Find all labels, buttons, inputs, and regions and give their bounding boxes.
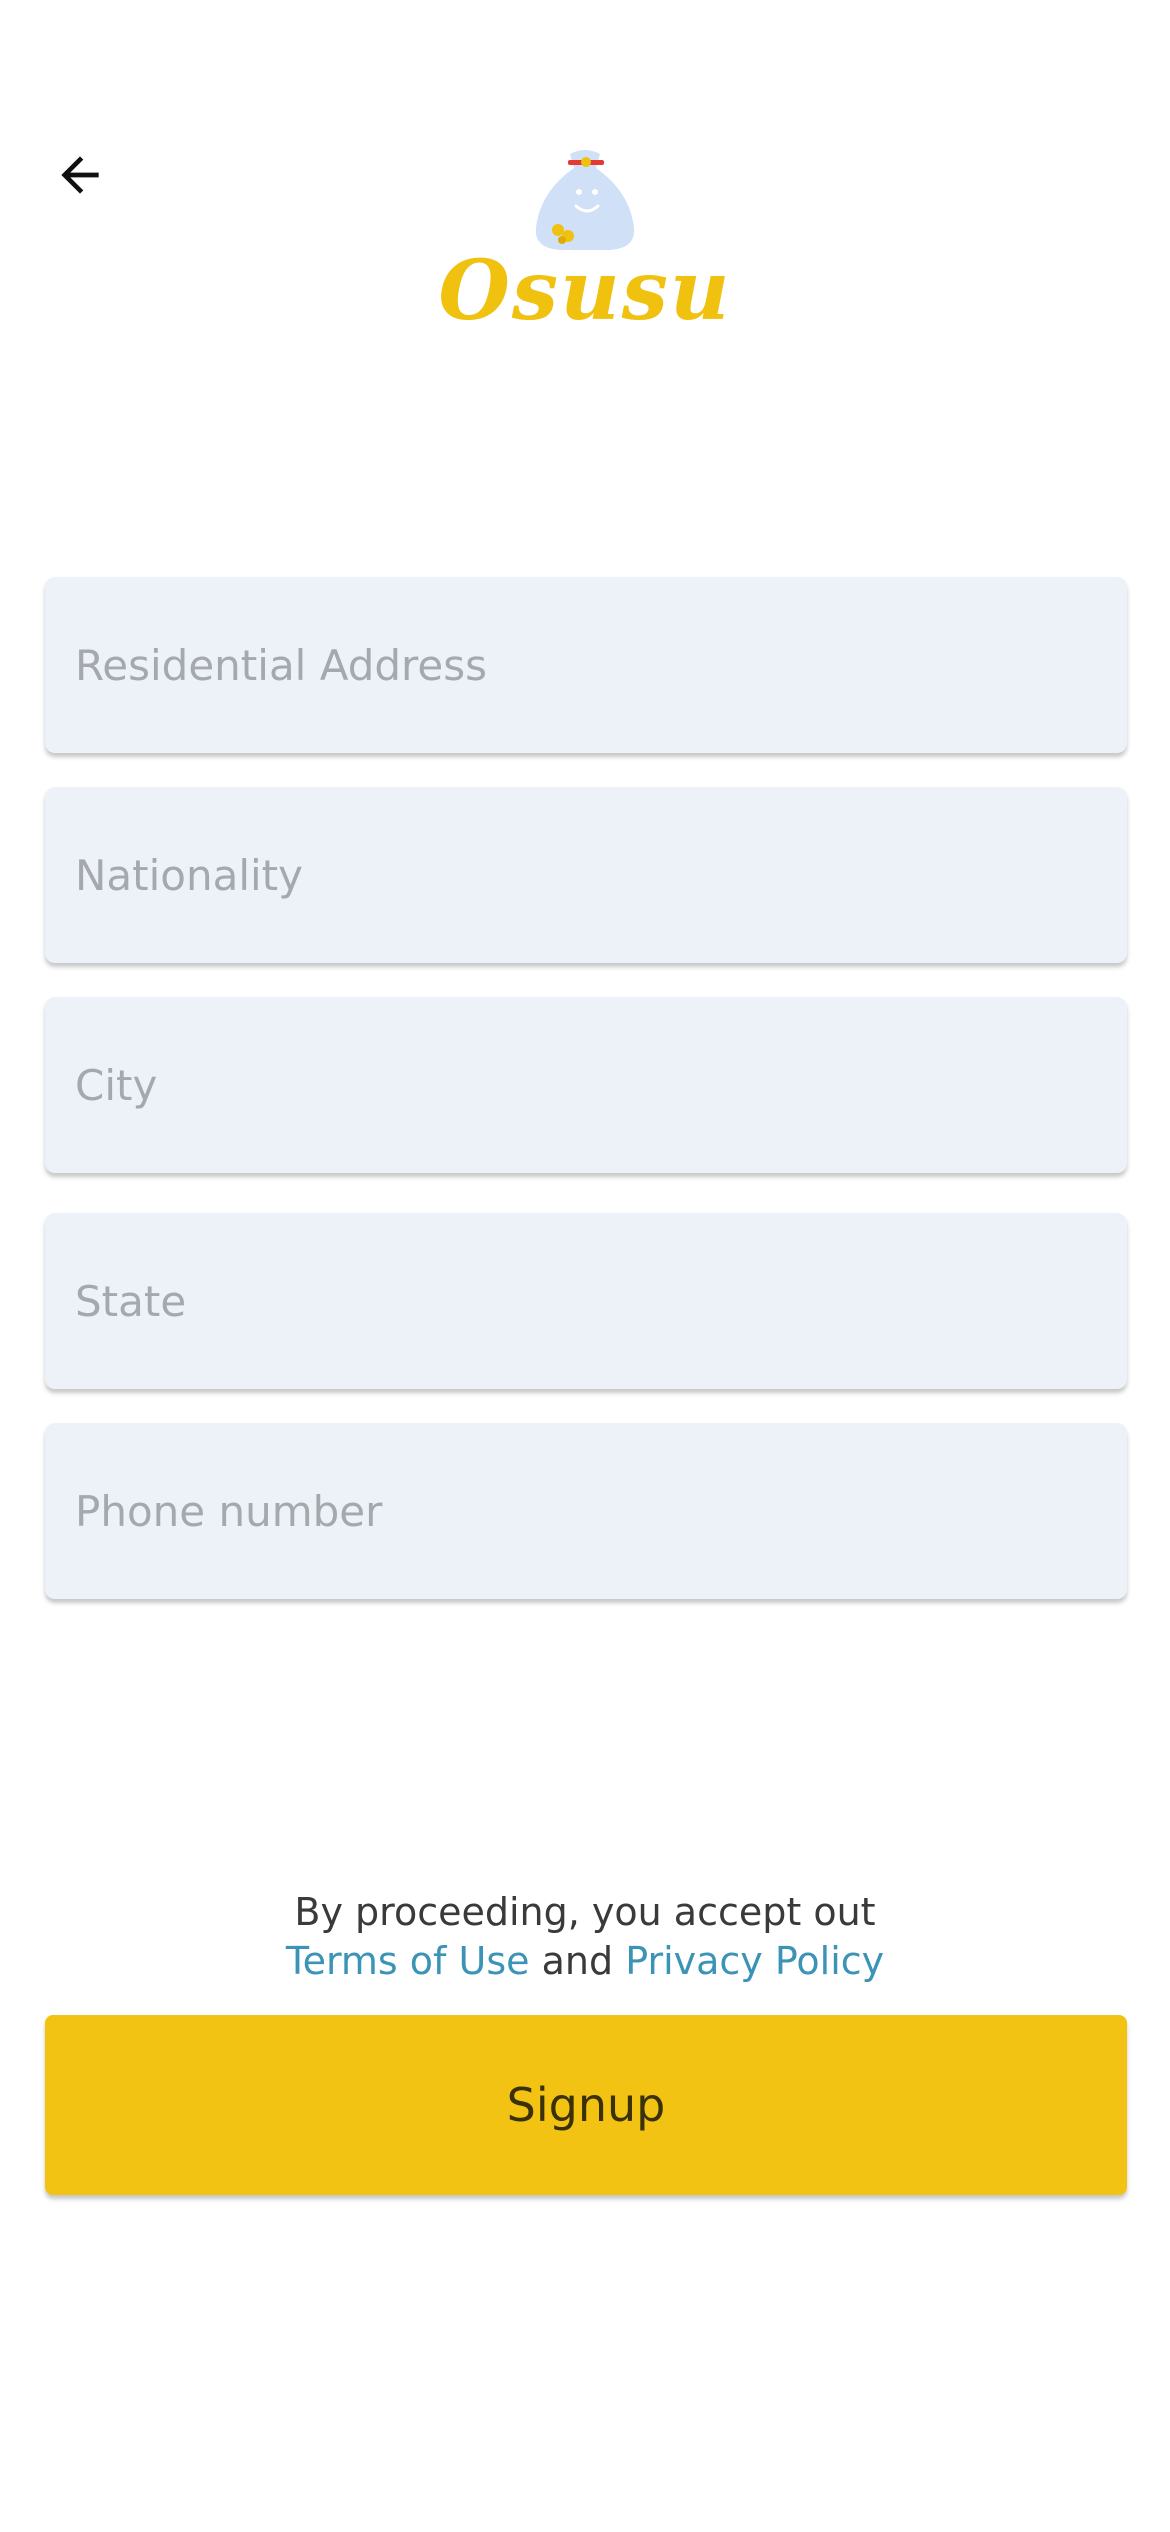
legal-prefix: By proceeding, you accept out — [294, 1890, 876, 1934]
phone-number-field[interactable] — [45, 1423, 1127, 1599]
city-field[interactable] — [45, 997, 1127, 1173]
state-field[interactable] — [45, 1213, 1127, 1389]
logo-wordmark: Osusu — [438, 243, 732, 339]
residential-address-input[interactable] — [45, 577, 1127, 753]
app-logo: Osusu — [435, 140, 735, 355]
legal-conjunction: and — [541, 1939, 614, 1983]
signup-button[interactable]: Signup — [45, 2015, 1127, 2195]
residential-address-field[interactable] — [45, 577, 1127, 753]
privacy-policy-link[interactable]: Privacy Policy — [625, 1939, 884, 1983]
money-bag-icon — [535, 150, 635, 250]
legal-links-line: Terms of Use and Privacy Policy — [0, 1937, 1170, 1986]
terms-of-use-link[interactable]: Terms of Use — [286, 1939, 530, 1983]
legal-notice: By proceeding, you accept out Terms of U… — [0, 1888, 1170, 1986]
nationality-field[interactable] — [45, 787, 1127, 963]
nationality-input[interactable] — [45, 787, 1127, 963]
phone-number-input[interactable] — [45, 1423, 1127, 1599]
city-input[interactable] — [45, 997, 1127, 1173]
arrow-left-icon — [61, 156, 99, 194]
back-button[interactable] — [40, 140, 120, 210]
state-input[interactable] — [45, 1213, 1127, 1389]
